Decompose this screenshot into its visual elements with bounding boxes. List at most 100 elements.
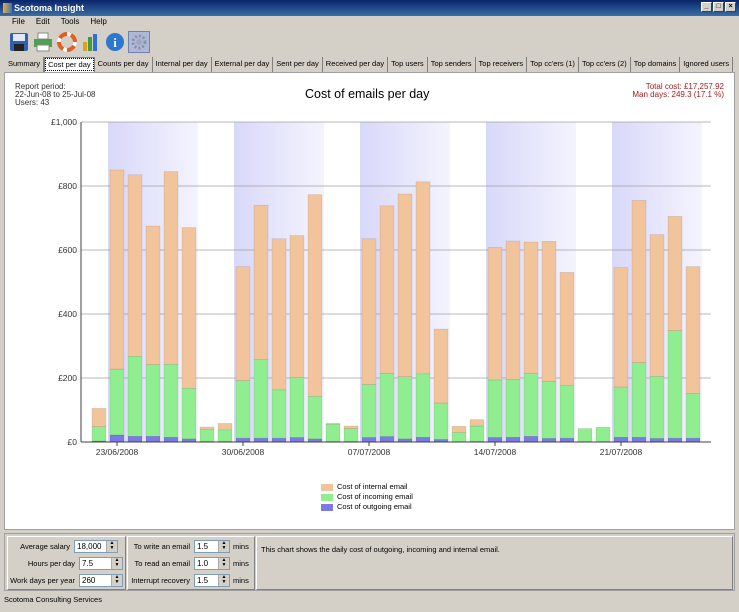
tab-received-per-day[interactable]: Received per day xyxy=(322,57,389,72)
unit-label: mins xyxy=(233,542,249,551)
bar-internal-15-Jul xyxy=(505,240,521,380)
svg-text:i: i xyxy=(113,35,117,50)
interrupt-value: 1.5 xyxy=(197,576,209,585)
tab-ignored-users[interactable]: Ignored users xyxy=(680,57,734,72)
close-button[interactable]: × xyxy=(725,2,736,12)
read-email-label: To read an email xyxy=(134,559,190,568)
bar-outgoing-25-Jun xyxy=(145,435,161,443)
menu-edit[interactable]: Edit xyxy=(36,17,50,30)
bar-incoming-05-Jul xyxy=(325,423,341,442)
bar-outgoing-16-Jul xyxy=(523,435,539,443)
bar-incoming-08-Jul xyxy=(379,372,395,437)
info-icon[interactable]: i xyxy=(104,31,126,53)
bar-incoming-24-Jun xyxy=(127,355,143,437)
bar-internal-25-Jun xyxy=(145,225,161,365)
bar-outgoing-07-Jul xyxy=(361,437,377,443)
interrupt-input[interactable]: 1.5 ▲ ▼ xyxy=(194,574,230,587)
tab-top-receivers[interactable]: Top receivers xyxy=(475,57,528,72)
bar-incoming-30-Jun xyxy=(235,380,251,439)
tab-external-per-day[interactable]: External per day xyxy=(211,57,274,72)
write-email-input[interactable]: 1.5 ▲ ▼ xyxy=(194,540,230,553)
legend-label: Cost of outgoing email xyxy=(337,502,412,511)
menu-file[interactable]: File xyxy=(12,17,25,30)
read-email-value: 1.0 xyxy=(197,559,209,568)
y-tick-label: £200 xyxy=(58,373,77,383)
bar-incoming-25-Jul xyxy=(685,393,701,439)
maximize-button[interactable]: □ xyxy=(713,2,724,12)
menu-bar: File Edit Tools Help xyxy=(0,17,107,30)
read-email-input[interactable]: 1.0 ▲ ▼ xyxy=(194,557,230,570)
hours-per-day-value: 7.5 xyxy=(82,559,94,568)
legend-swatch xyxy=(321,503,333,511)
tab-top-cc-ers-1-[interactable]: Top cc'ers (1) xyxy=(527,57,579,72)
bar-internal-13-Jul xyxy=(469,419,485,427)
save-icon[interactable] xyxy=(8,31,30,53)
legend-item-internal: Cost of internal email xyxy=(321,482,413,492)
print-icon[interactable] xyxy=(32,31,54,53)
tab-strip: Summary Cost per day Counts per day Interna… xyxy=(5,57,734,72)
bar-incoming-14-Jul xyxy=(487,379,503,438)
tab-top-cc-ers-2-[interactable]: Top cc'ers (2) xyxy=(578,57,631,72)
bar-incoming-07-Jul xyxy=(361,384,377,438)
tab-sent-per-day[interactable]: Sent per day xyxy=(273,57,323,72)
chart-legend: Cost of internal email Cost of incoming … xyxy=(321,482,413,512)
legend-label: Cost of internal email xyxy=(337,482,408,491)
bar-internal-07-Jul xyxy=(361,238,377,385)
bar-internal-11-Jul xyxy=(433,328,449,404)
tab-top-users[interactable]: Top users xyxy=(388,57,428,72)
bar-internal-29-Jun xyxy=(217,423,233,431)
bar-internal-03-Jul xyxy=(289,235,305,378)
legend-swatch xyxy=(321,493,333,501)
bar-incoming-28-Jun xyxy=(199,428,215,442)
bar-internal-24-Jun xyxy=(127,174,143,357)
average-salary-input[interactable]: 18,000 ▲ ▼ xyxy=(74,540,118,553)
help-lifebuoy-icon[interactable] xyxy=(56,31,78,53)
spinner-arrows-icon[interactable]: ▲ ▼ xyxy=(111,575,122,586)
average-salary-value: 18,000 xyxy=(77,542,102,551)
unit-label: mins xyxy=(233,559,249,568)
chart-panel: Report period: 22-Jun-08 to 25-Jul-08 Us… xyxy=(4,72,735,530)
spinner-arrows-icon[interactable]: ▲ ▼ xyxy=(218,575,229,586)
bar-incoming-29-Jun xyxy=(217,429,233,442)
spinner-arrows-icon[interactable]: ▲ ▼ xyxy=(218,558,229,569)
bar-incoming-11-Jul xyxy=(433,402,449,440)
legend-swatch xyxy=(321,483,333,491)
tab-internal-per-day[interactable]: Internal per day xyxy=(152,57,212,72)
tab-top-domains[interactable]: Top domains xyxy=(630,57,681,72)
bar-outgoing-23-Jun xyxy=(109,434,125,443)
minimize-button[interactable]: _ xyxy=(701,2,712,12)
y-tick-label: £600 xyxy=(58,245,77,255)
bar-incoming-10-Jul xyxy=(415,373,431,438)
bar-incoming-24-Jul xyxy=(667,330,683,439)
interrupt-label: Interrupt recovery xyxy=(131,576,190,585)
bar-outgoing-26-Jun xyxy=(163,436,179,443)
bar-incoming-06-Jul xyxy=(343,428,359,442)
bar-internal-14-Jul xyxy=(487,247,503,381)
bar-internal-21-Jul xyxy=(613,267,629,388)
x-tick-label: 07/07/2008 xyxy=(348,447,391,457)
bar-internal-17-Jul xyxy=(541,241,557,382)
spinner-arrows-icon[interactable]: ▲ ▼ xyxy=(106,541,117,552)
bar-incoming-03-Jul xyxy=(289,377,305,438)
spinner-arrows-icon[interactable]: ▲ ▼ xyxy=(111,558,122,569)
settings-gear-icon[interactable] xyxy=(128,31,150,53)
y-tick-label: £1,000 xyxy=(51,117,77,127)
chart-icon[interactable] xyxy=(80,31,102,53)
tab-top-senders[interactable]: Top senders xyxy=(427,57,476,72)
unit-label: mins xyxy=(233,576,249,585)
menu-tools[interactable]: Tools xyxy=(61,17,80,30)
work-days-input[interactable]: 260 ▲ ▼ xyxy=(79,574,123,587)
bar-internal-04-Jul xyxy=(307,194,323,397)
tab-cost-per-day[interactable]: Cost per day xyxy=(44,57,95,72)
bar-outgoing-10-Jul xyxy=(415,436,431,443)
tab-summary[interactable]: Summary xyxy=(5,57,45,72)
bar-outgoing-24-Jun xyxy=(127,435,143,443)
tab-counts-per-day[interactable]: Counts per day xyxy=(94,57,153,72)
y-tick-label: £0 xyxy=(68,437,78,447)
menu-help[interactable]: Help xyxy=(90,17,106,30)
hours-per-day-input[interactable]: 7.5 ▲ ▼ xyxy=(79,557,123,570)
email-time-group: To write an email 1.5 ▲ ▼ mins To read an em… xyxy=(127,536,255,590)
y-tick-label: £800 xyxy=(58,181,77,191)
bar-incoming-23-Jun xyxy=(109,368,125,436)
spinner-arrows-icon[interactable]: ▲ ▼ xyxy=(218,541,229,552)
